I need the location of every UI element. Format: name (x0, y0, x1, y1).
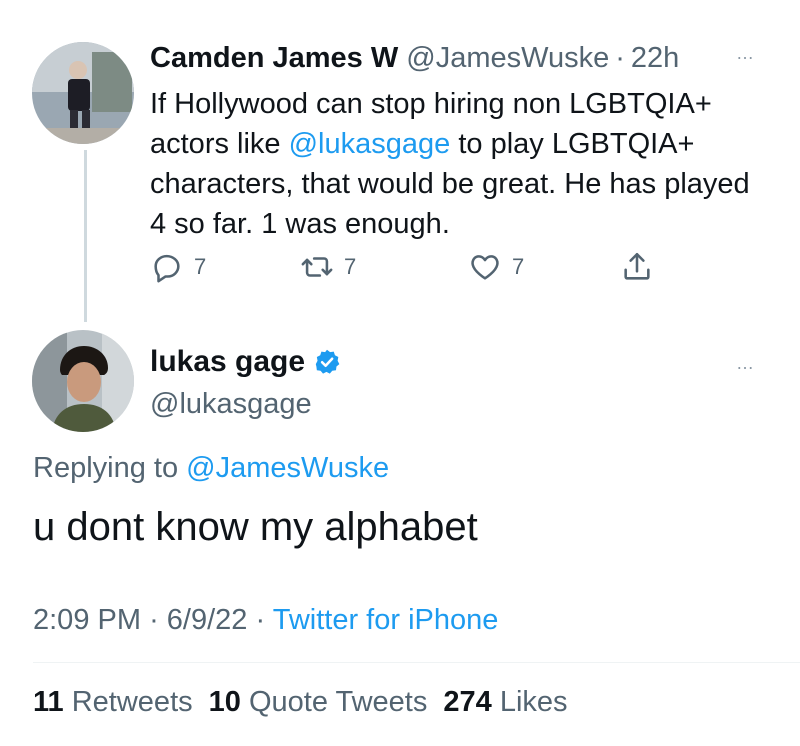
author-handle[interactable]: @lukasgage (150, 388, 312, 421)
tweet-meta: 2:09 PM · 6/9/22 · Twitter for iPhone (33, 604, 498, 637)
tweet-date[interactable]: 6/9/22 (167, 604, 248, 636)
retweet-button[interactable]: 7 (300, 250, 356, 284)
tweet1-header: Camden James W @JamesWuske · 22h (150, 42, 679, 75)
tweet2-text: u dont know my alphabet (33, 505, 478, 549)
likes-stat[interactable]: 274 Likes (443, 686, 567, 718)
tweet-time[interactable]: 2:09 PM (33, 604, 141, 636)
retweets-count: 11 (33, 686, 64, 718)
replying-to-link[interactable]: @JamesWuske (186, 452, 389, 484)
avatar-lukas[interactable] (32, 330, 134, 432)
tweet-source-link[interactable]: Twitter for iPhone (273, 604, 499, 636)
verified-badge-icon (315, 349, 340, 374)
share-icon (624, 252, 650, 280)
thread-connector-line (84, 150, 87, 322)
quotes-count: 10 (208, 686, 241, 718)
avatar-camden[interactable] (32, 42, 134, 144)
retweet-count: 7 (344, 254, 357, 279)
separator-dot: · (615, 42, 625, 74)
share-button[interactable] (620, 250, 664, 284)
more-icon[interactable]: … (736, 44, 755, 62)
retweet-icon (301, 257, 333, 277)
tweet2-author: lukas gage (150, 345, 341, 379)
reply-count: 7 (194, 254, 207, 279)
replying-prefix: Replying to (33, 452, 187, 484)
reply-button[interactable]: 7 (150, 250, 206, 284)
tweet-stats: 11 Retweets 10 Quote Tweets 274 Likes (33, 686, 568, 719)
mention-link[interactable]: @lukasgage (289, 128, 451, 160)
separator-dot: · (255, 604, 266, 636)
quotes-stat[interactable]: 10 Quote Tweets (209, 686, 428, 718)
like-icon (471, 255, 499, 280)
retweets-stat[interactable]: 11 Retweets (33, 686, 193, 718)
author-name[interactable]: lukas gage (150, 345, 305, 379)
like-button[interactable]: 7 (468, 250, 524, 284)
like-count: 7 (512, 254, 525, 279)
likes-label: Likes (499, 686, 568, 718)
tweet1-text: If Hollywood can stop hiring non LGBTQIA… (150, 84, 750, 244)
reply-icon (154, 254, 180, 283)
tweet-timestamp[interactable]: 22h (631, 42, 679, 74)
divider (33, 662, 800, 663)
author-name[interactable]: Camden James W (150, 42, 398, 74)
more-icon[interactable]: … (736, 354, 755, 372)
quotes-label: Quote Tweets (248, 686, 428, 718)
separator-dot: · (149, 604, 159, 636)
retweets-label: Retweets (71, 686, 193, 718)
author-handle[interactable]: @JamesWuske (406, 42, 609, 74)
replying-to: Replying to @JamesWuske (33, 452, 389, 485)
likes-count: 274 (443, 686, 492, 718)
tweet1-actions: 7 7 7 (150, 250, 670, 290)
